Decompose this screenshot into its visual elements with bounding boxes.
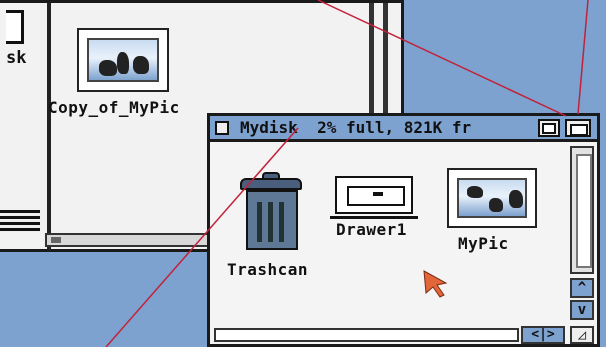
mypic-label: MyPic bbox=[458, 234, 509, 253]
trashcan-label: Trashcan bbox=[227, 260, 309, 279]
trashcan-icon[interactable] bbox=[246, 190, 298, 250]
zoom-icon bbox=[570, 124, 588, 136]
scroll-down-button[interactable]: v bbox=[570, 300, 594, 320]
picture-icon bbox=[457, 178, 527, 218]
window-title: Mydisk 2% full, 821K fr bbox=[240, 118, 471, 137]
depth-gadget[interactable] bbox=[538, 119, 560, 137]
picture-icon bbox=[87, 38, 159, 82]
window-divider bbox=[47, 3, 51, 251]
window-title-status: 2% full, 821K fr bbox=[317, 118, 472, 137]
annotation-line bbox=[577, 0, 589, 115]
drawer-shelf bbox=[330, 216, 418, 219]
scroll-knob[interactable] bbox=[51, 237, 61, 243]
window-title-name: Mydisk bbox=[240, 118, 298, 137]
horizontal-scrollbar[interactable] bbox=[214, 328, 519, 342]
disk-icon[interactable] bbox=[6, 10, 24, 44]
vertical-scrollbar[interactable] bbox=[570, 146, 594, 274]
zoom-gadget[interactable] bbox=[565, 119, 591, 137]
disk-icon-label: sk bbox=[6, 48, 27, 68]
scroll-left-right-buttons[interactable]: <|> bbox=[521, 326, 565, 344]
drawer-icon[interactable] bbox=[335, 176, 413, 214]
drawer-slot bbox=[347, 186, 405, 206]
copy-of-mypic-icon[interactable] bbox=[77, 28, 169, 92]
mydisk-window: Mydisk 2% full, 821K fr Trashcan Drawer1… bbox=[207, 113, 600, 347]
scroll-knob[interactable] bbox=[576, 154, 592, 268]
copy-of-mypic-label: Copy_of_MyPic bbox=[48, 98, 180, 117]
mypic-icon[interactable] bbox=[447, 168, 537, 228]
stacked-window-edges bbox=[0, 210, 40, 232]
window-titlebar[interactable]: Mydisk 2% full, 821K fr bbox=[210, 116, 597, 142]
drawer1-label: Drawer1 bbox=[336, 220, 407, 239]
trashcan-lid bbox=[240, 178, 302, 190]
sizing-gadget[interactable]: ◿ bbox=[570, 326, 594, 344]
mouse-pointer-icon bbox=[423, 270, 448, 298]
depth-icon bbox=[542, 123, 556, 134]
scroll-up-button[interactable]: ^ bbox=[570, 278, 594, 298]
close-gadget[interactable] bbox=[215, 121, 229, 135]
